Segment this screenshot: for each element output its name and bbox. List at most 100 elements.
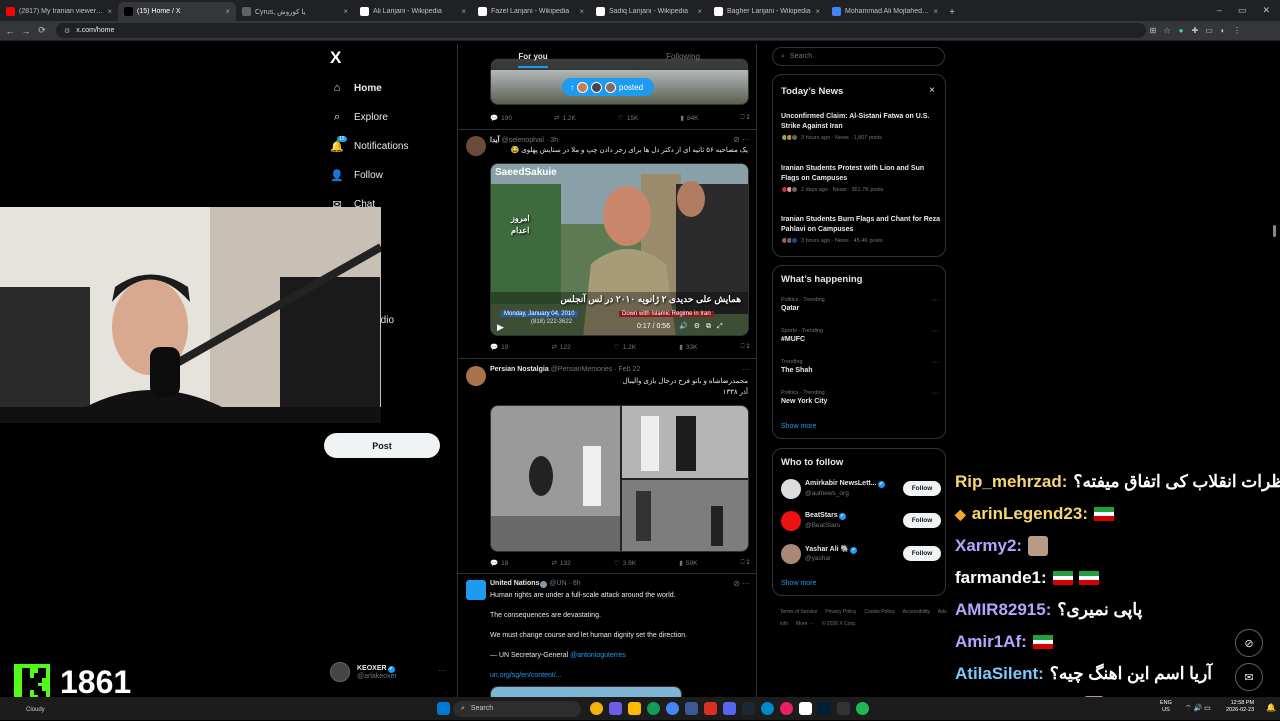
tweet[interactable]: Persian Nostalgia @PersianMemories · Feb… [458,359,756,574]
more-icon[interactable]: ··· [742,365,750,374]
more-icon[interactable]: ··· [932,328,939,335]
browser-tab[interactable]: (15) Home / X × [118,2,236,21]
footer-link[interactable]: Cookie Policy [864,609,894,615]
steam-icon[interactable] [742,702,755,715]
close-icon[interactable]: × [929,85,935,96]
puzzle-icon[interactable]: ✚ [1188,26,1202,35]
nav-item-search[interactable]: ⌕ Explore [330,110,388,124]
x-logo[interactable]: X [330,48,341,68]
more-icon[interactable]: ⊘ ··· [733,135,750,144]
more-icon[interactable]: ··· [932,390,939,397]
trend-item[interactable]: Politics · Trending Qatar ··· [781,297,941,312]
trend-item[interactable]: Trending The Shah ··· [781,359,941,374]
discord-icon[interactable] [723,702,736,715]
tweet-video[interactable]: SaeedSakuie امروز اعدام همایش علی حدیدی … [490,163,749,336]
store-icon[interactable] [685,702,698,715]
tweet-photo-grid[interactable] [490,405,749,552]
un-logo-avatar[interactable] [466,580,486,600]
photoshop-icon[interactable] [818,702,831,715]
chrome-profile-icon[interactable] [666,702,679,715]
profile-icon[interactable]: ◐ [1216,26,1230,35]
play-icon[interactable]: ▶ [497,322,504,333]
spotify-icon[interactable] [856,702,869,715]
close-tab-icon[interactable]: × [933,7,938,16]
more-icon[interactable]: ⊘ ··· [733,579,750,588]
views-icon[interactable]: ▮ 59K [679,559,697,568]
tweet[interactable]: آیدا @selenophail · 3h ⊘ ··· یک مصاحبه ۵… [458,130,756,359]
news-item[interactable]: Unconfirmed Claim: Al-Sistani Fatwa on U… [781,112,941,141]
footer-link[interactable]: More ··· [796,621,814,627]
app-icon[interactable] [780,702,793,715]
extension-icon[interactable]: ● [1174,26,1188,35]
avatar[interactable] [466,366,486,386]
follow-suggestion[interactable]: Yashar Ali 🐘 ✓ @yashar Follow [781,542,941,568]
close-tab-icon[interactable]: × [815,7,820,16]
follow-button[interactable]: Follow [903,481,941,496]
avatar[interactable] [781,511,801,531]
footer-link[interactable]: Accessibility [903,609,930,615]
weather-label[interactable]: Cloudy [26,707,45,713]
copilot-icon[interactable] [609,702,622,715]
reload-icon[interactable]: ⟳ [36,25,48,36]
reply-icon[interactable]: 💬 190 [490,114,512,123]
edge-icon[interactable] [647,702,660,715]
bookmark-icon[interactable]: ⎕ ⇪ [741,114,750,122]
gmail-icon[interactable] [704,702,717,715]
video-controls-icons[interactable]: 🔊⚙⧉⤢ [679,322,729,331]
footer-link[interactable]: © 2026 X Corp. [822,621,857,627]
split-view-icon[interactable]: ▭ [1202,26,1216,35]
reply-icon[interactable]: 💬 19 [490,343,508,352]
repost-icon[interactable]: ⇄ 122 [551,343,570,352]
close-tab-icon[interactable]: × [461,7,466,16]
site-info-icon[interactable]: ⚙ [64,27,70,35]
repost-icon[interactable]: ⇄ 132 [551,559,570,568]
telegram-icon[interactable] [761,702,774,715]
show-more-link[interactable]: Show more [781,580,816,587]
bookmark-icon[interactable]: ⎕ ⇪ [741,559,750,567]
trend-item[interactable]: Sports · Trending #MUFC ··· [781,328,941,343]
more-icon[interactable]: ··· [438,666,446,675]
browser-tab[interactable]: Sadiq Larijani - Wikipedia × [590,2,708,21]
wifi-icon[interactable]: ⌔ 🔊 ▭ [1185,704,1211,713]
follow-suggestion[interactable]: BeatStars ✓ @BeatStars Follow [781,509,941,535]
windows-start-icon[interactable] [437,702,450,715]
bookmark-star-icon[interactable]: ☆ [1160,26,1174,35]
nav-item-bell[interactable]: 🔔 15 Notifications [330,136,408,153]
close-tab-icon[interactable]: × [697,7,702,16]
post-button[interactable]: Post [324,433,440,458]
clock[interactable]: 12:58 PM 2026-02-23 [1226,700,1254,714]
menu-icon[interactable]: ⋮ [1230,26,1244,35]
close-window-icon[interactable]: ✕ [1262,5,1270,16]
nav-item-home[interactable]: ⌂ Home [330,81,382,95]
chrome-icon[interactable] [590,702,603,715]
reply-icon[interactable]: 💬 18 [490,559,508,568]
follow-button[interactable]: Follow [903,513,941,528]
follow-button[interactable]: Follow [903,546,941,561]
more-icon[interactable]: ··· [932,297,939,304]
repost-icon[interactable]: ⇄ 1.2K [554,114,576,123]
like-icon[interactable]: ♡ 15K [618,114,638,123]
minimize-icon[interactable]: – [1217,5,1222,16]
browser-tab[interactable]: Cyrus, یا کوروش × [236,2,354,21]
like-icon[interactable]: ♡ 3.9K [614,559,636,568]
account-switcher[interactable]: KEOXER ✓ @arlakeoxer ··· [330,662,446,682]
url-field[interactable]: ⚙ x.com/home [56,23,1146,38]
tweet-link[interactable]: un.org/sg/en/content/... [490,671,748,681]
grok-icon[interactable]: ⊘ [1235,629,1263,657]
show-more-link[interactable]: Show more [781,423,816,430]
close-tab-icon[interactable]: × [579,7,584,16]
browser-tab[interactable]: Bagher Larijani - Wikipedia × [708,2,826,21]
language-indicator[interactable]: ENG US [1160,700,1172,714]
maximize-icon[interactable]: ▭ [1238,5,1247,16]
tab-following[interactable]: Following [608,44,756,70]
trend-item[interactable]: Politics · Trending New York City ··· [781,390,941,405]
follow-suggestion[interactable]: Amirkabir NewsLett... ✓ @autnews_org Follow [781,477,941,503]
browser-tab[interactable]: Mohammad Ali Mojtahedi - G × [826,2,944,21]
nav-item-person-add[interactable]: 👤 Follow [330,168,383,182]
browser-tab[interactable]: Ali Larijani - Wikipedia × [354,2,472,21]
back-icon[interactable]: ← [4,26,16,36]
bookmark-icon[interactable]: ⎕ ⇪ [741,343,750,351]
new-posts-pill[interactable]: ↑ posted [562,78,654,96]
avatar[interactable] [466,136,486,156]
file-explorer-icon[interactable] [628,702,641,715]
